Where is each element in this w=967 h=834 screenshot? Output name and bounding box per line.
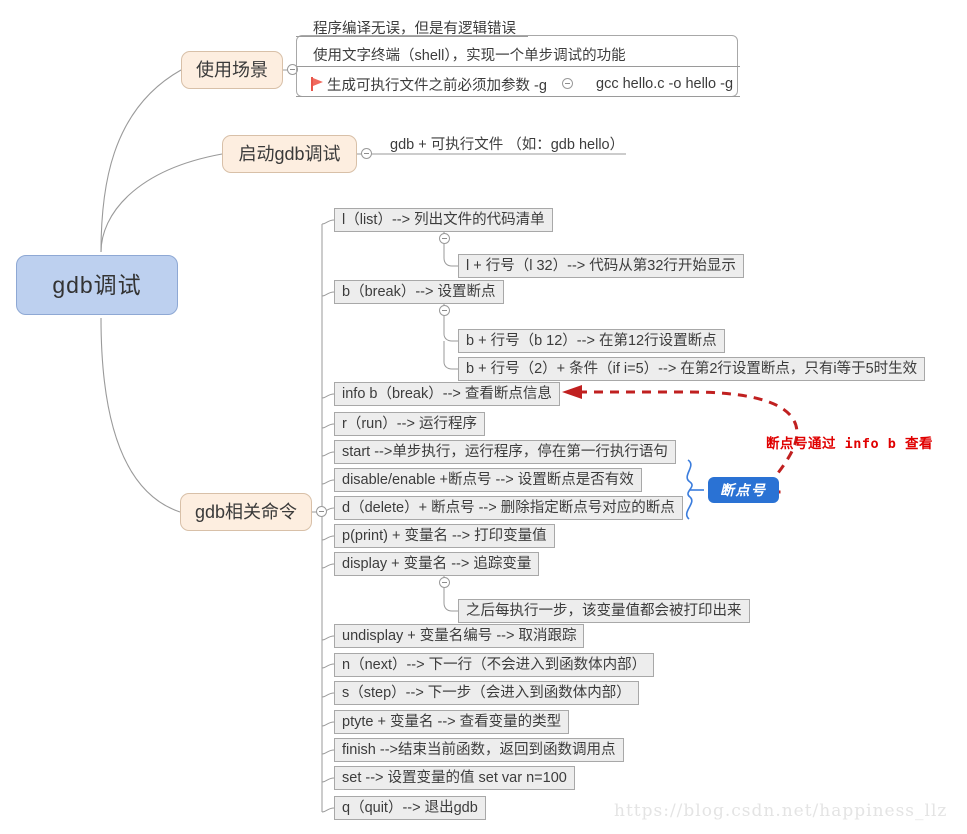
annotation-breakpoint-info: 断点号通过 info b 查看	[766, 432, 933, 452]
command-label: l + 行号（l 32）--> 代码从第32行开始显示	[466, 257, 736, 274]
branch-label: gdb相关命令	[194, 502, 298, 522]
command-label: l（list）--> 列出文件的代码清单	[342, 211, 545, 228]
scene-row-detail-text: gcc hello.c -o hello -g	[596, 76, 734, 92]
command-label: p(print) + 变量名 --> 打印变量值	[342, 527, 547, 544]
command-node-print[interactable]: p(print) + 变量名 --> 打印变量值	[334, 524, 555, 548]
watermark: https://blog.csdn.net/happiness_llz	[614, 801, 947, 821]
command-node-break-conditional[interactable]: b + 行号（2）+ 条件（if i=5）--> 在第2行设置断点，只有i等于5…	[458, 357, 926, 381]
command-node-info-break[interactable]: info b（break）--> 查看断点信息	[334, 382, 560, 406]
command-node-disable-enable[interactable]: disable/enable +断点号 --> 设置断点是否有效	[334, 468, 642, 492]
red-arrowhead	[562, 385, 582, 399]
command-label: info b（break）--> 查看断点信息	[342, 385, 552, 402]
toggle-compile-flag[interactable]	[562, 78, 573, 89]
toggle-start-gdb[interactable]	[361, 148, 372, 159]
command-label: start -->单步执行，运行程序，停在第一行执行语句	[342, 443, 668, 460]
toggle-command-break[interactable]	[439, 305, 450, 316]
start-gdb-detail-text: gdb + 可执行文件 （如：gdb hello）	[390, 136, 625, 153]
start-gdb-detail: gdb + 可执行文件 （如：gdb hello）	[382, 130, 632, 156]
command-node-break[interactable]: b（break）--> 设置断点	[334, 280, 504, 304]
scene-row-shell-note: 使用文字终端（shell），实现一个单步调试的功能	[305, 41, 725, 67]
scene-rule-2	[296, 66, 740, 67]
blue-brace	[685, 459, 704, 520]
branch-node-start-gdb[interactable]: 启动gdb调试	[222, 135, 357, 173]
command-node-undisplay[interactable]: undisplay + 变量名编号 --> 取消跟踪	[334, 624, 585, 648]
scene-row-compile-command: gcc hello.c -o hello -g	[588, 71, 758, 97]
command-node-break-lineno[interactable]: b + 行号（b 12）--> 在第12行设置断点	[458, 329, 725, 353]
toggle-command-display[interactable]	[439, 577, 450, 588]
scene-row-text: 使用文字终端（shell），实现一个单步调试的功能	[313, 47, 626, 64]
branch-node-gdb-commands[interactable]: gdb相关命令	[180, 493, 312, 531]
branch-label: 启动gdb调试	[238, 144, 341, 164]
toggle-gdb-commands[interactable]	[316, 506, 327, 517]
callout-label: 断点号	[720, 482, 767, 498]
root-node[interactable]: gdb调试	[16, 255, 178, 315]
command-label: finish -->结束当前函数，返回到函数调用点	[342, 741, 616, 758]
command-label: set --> 设置变量的值 set var n=100	[342, 769, 567, 786]
command-node-display[interactable]: display + 变量名 --> 追踪变量	[334, 552, 540, 576]
command-node-finish[interactable]: finish -->结束当前函数，返回到函数调用点	[334, 738, 624, 762]
command-node-delete[interactable]: d（delete）+ 断点号 --> 删除指定断点号对应的断点	[334, 496, 683, 520]
command-node-list[interactable]: l（list）--> 列出文件的代码清单	[334, 208, 553, 232]
branch-node-usage-scenarios[interactable]: 使用场景	[181, 51, 283, 89]
command-node-display-note[interactable]: 之后每执行一步，该变量值都会被打印出来	[458, 599, 750, 623]
watermark-text: https://blog.csdn.net/happiness_llz	[614, 801, 948, 821]
annotation-text: 断点号通过 info b 查看	[766, 436, 934, 452]
command-label: d（delete）+ 断点号 --> 删除指定断点号对应的断点	[342, 499, 675, 516]
command-node-set[interactable]: set --> 设置变量的值 set var n=100	[334, 766, 575, 790]
command-node-run[interactable]: r（run）--> 运行程序	[334, 412, 485, 436]
command-label: disable/enable +断点号 --> 设置断点是否有效	[342, 471, 634, 488]
command-label: undisplay + 变量名编号 --> 取消跟踪	[342, 627, 577, 644]
scene-row-text: 程序编译无误，但是有逻辑错误	[313, 20, 516, 37]
scene-rule-3	[296, 96, 740, 97]
command-node-start[interactable]: start -->单步执行，运行程序，停在第一行执行语句	[334, 440, 676, 464]
root-node-label: gdb调试	[52, 271, 142, 298]
command-label: 之后每执行一步，该变量值都会被打印出来	[466, 602, 742, 619]
command-label: q（quit）--> 退出gdb	[342, 799, 478, 816]
command-label: b + 行号（2）+ 条件（if i=5）--> 在第2行设置断点，只有i等于5…	[466, 360, 918, 377]
scene-rule-1	[296, 36, 528, 37]
command-node-ptype[interactable]: ptyte + 变量名 --> 查看变量的类型	[334, 710, 570, 734]
scene-row-text: 生成可执行文件之前必须加参数 -g	[327, 77, 547, 94]
command-label: ptyte + 变量名 --> 查看变量的类型	[342, 713, 562, 730]
command-label: n（next）--> 下一行（不会进入到函数体内部）	[342, 656, 647, 673]
command-label: s（step）--> 下一步（会进入到函数体内部）	[342, 684, 631, 701]
command-node-list-lineno[interactable]: l + 行号（l 32）--> 代码从第32行开始显示	[458, 254, 744, 278]
command-label: display + 变量名 --> 追踪变量	[342, 555, 532, 572]
command-label: b + 行号（b 12）--> 在第12行设置断点	[466, 332, 717, 349]
command-node-next[interactable]: n（next）--> 下一行（不会进入到函数体内部）	[334, 653, 655, 677]
callout-breakpoint-number[interactable]: 断点号	[708, 477, 779, 503]
command-node-quit[interactable]: q（quit）--> 退出gdb	[334, 796, 486, 820]
flag-icon	[311, 77, 324, 91]
command-label: r（run）--> 运行程序	[342, 415, 477, 432]
mindmap-canvas: gdb调试 使用场景 启动gdb调试 gdb相关命令 程序编译无误，但是有逻辑错…	[0, 0, 967, 834]
toggle-command-list[interactable]	[439, 233, 450, 244]
command-label: b（break）--> 设置断点	[342, 283, 496, 300]
branch-label: 使用场景	[196, 60, 268, 80]
command-node-step[interactable]: s（step）--> 下一步（会进入到函数体内部）	[334, 681, 639, 705]
